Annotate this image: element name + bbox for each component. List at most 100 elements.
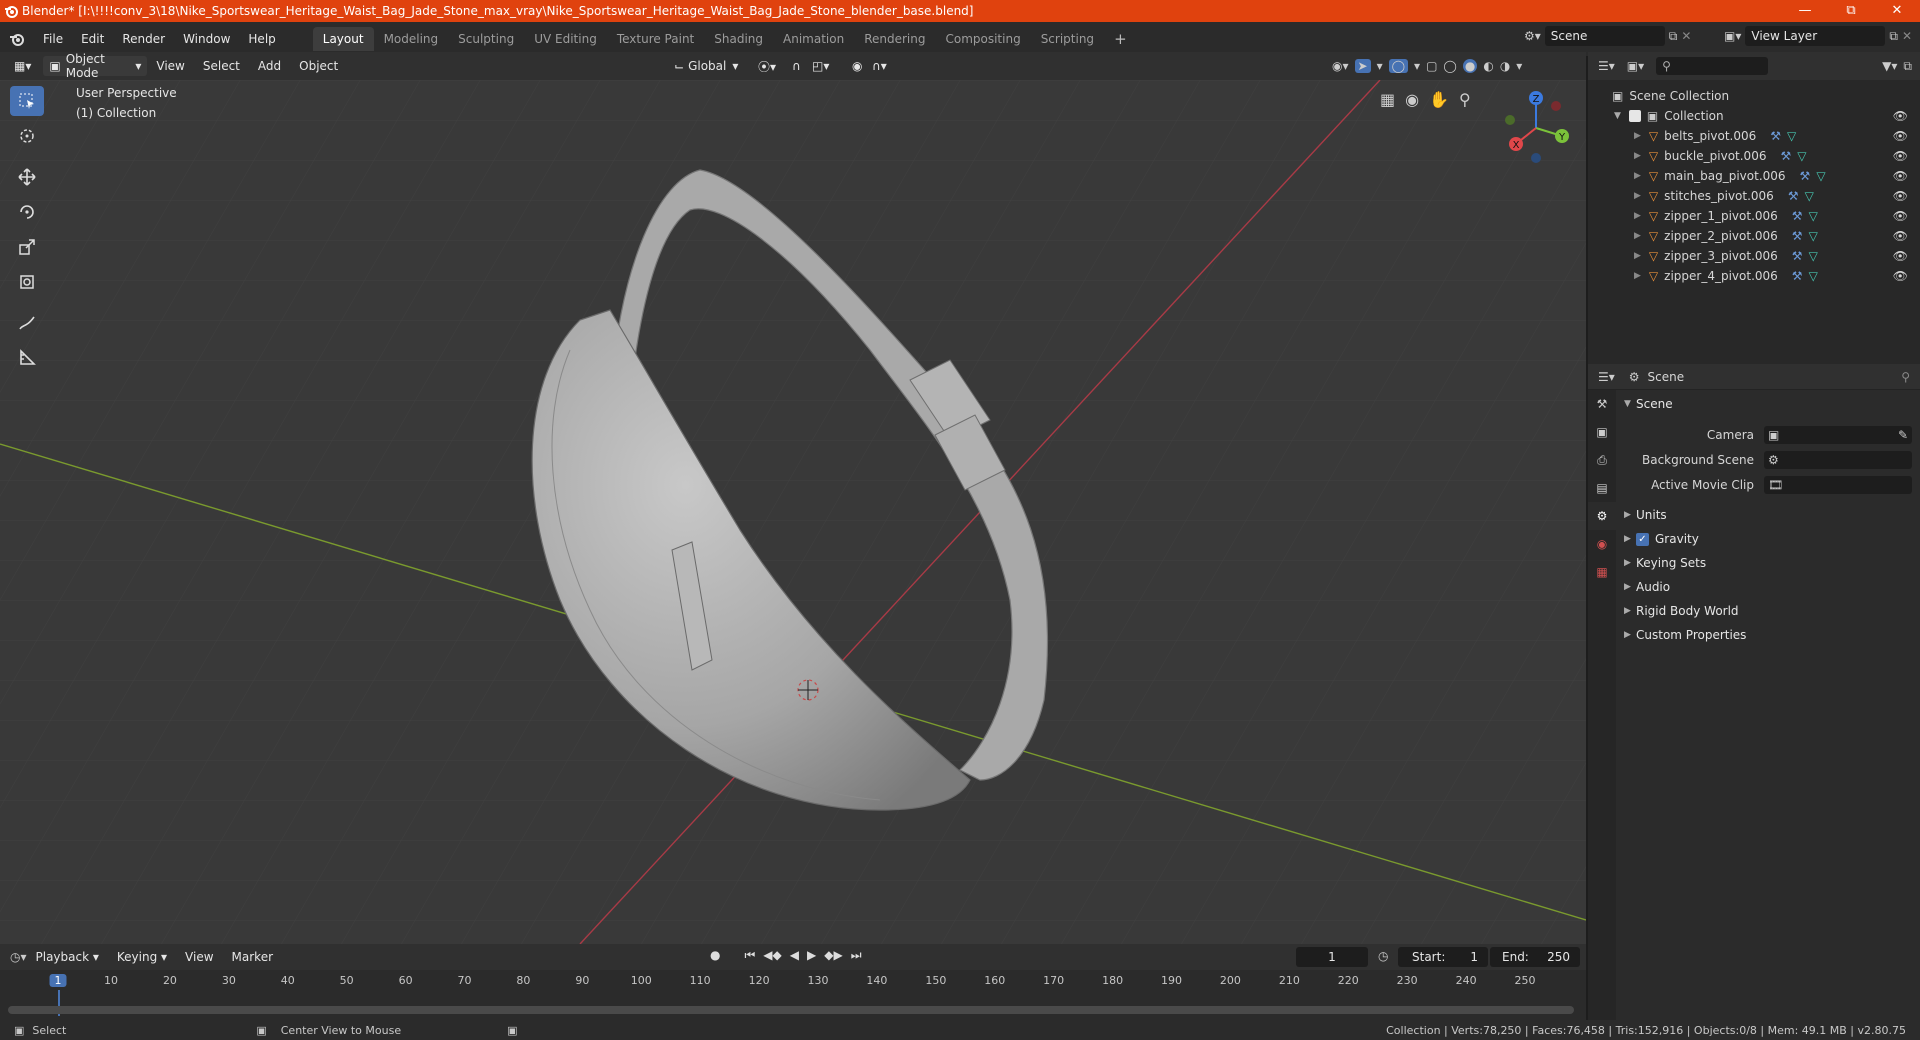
tree-row-object[interactable]: ▶ ▽ main_bag_pivot.006 ⚒ ▽ 👁: [1588, 166, 1920, 186]
delete-view-layer-icon[interactable]: ✕: [1902, 29, 1912, 43]
units-panel-header[interactable]: ▶ Units: [1616, 503, 1920, 527]
jump-start-icon[interactable]: ⏮: [744, 948, 755, 963]
modifier-icon[interactable]: ⚒: [1788, 189, 1799, 203]
close-window-button[interactable]: ✕: [1874, 0, 1920, 22]
expand-arrow-icon[interactable]: ▶: [1634, 191, 1641, 201]
tab-uv-editing[interactable]: UV Editing: [524, 27, 607, 51]
tree-row-collection[interactable]: ▼ ▣ Collection 👁: [1588, 106, 1920, 126]
timeline-menu-marker[interactable]: Marker: [223, 945, 282, 969]
eye-icon[interactable]: 👁: [1893, 189, 1908, 203]
annotate-tool-icon[interactable]: [10, 308, 44, 338]
mesh-data-icon[interactable]: ▽: [1816, 169, 1825, 183]
timeline-scrollbar[interactable]: [8, 1006, 1574, 1014]
world-tab-icon[interactable]: ◉: [1588, 530, 1616, 558]
modifier-icon[interactable]: ⚒: [1792, 269, 1803, 283]
tree-row-object[interactable]: ▶ ▽ zipper_2_pivot.006 ⚒ ▽ 👁: [1588, 226, 1920, 246]
tool-tab-icon[interactable]: ⚒: [1588, 390, 1616, 418]
timeline-ruler[interactable]: 1 10 20 30 40 50 60 70 80 90 100 110 120 130 140 150 160…: [0, 970, 1586, 1016]
pin-icon[interactable]: ⚲: [1901, 370, 1910, 384]
maximize-button[interactable]: ⧉: [1828, 0, 1874, 22]
mesh-data-icon[interactable]: ▽: [1809, 249, 1818, 263]
current-frame-field[interactable]: 1: [1296, 947, 1368, 967]
proportional-falloff-icon[interactable]: ∩▾: [866, 56, 893, 76]
transform-orientation-dropdown[interactable]: ⌙ Global ▾: [668, 56, 744, 76]
eye-icon[interactable]: 👁: [1893, 169, 1908, 183]
tree-row-object[interactable]: ▶ ▽ zipper_4_pivot.006 ⚒ ▽ 👁: [1588, 266, 1920, 286]
pan-view-hand-icon[interactable]: ✋: [1429, 90, 1449, 109]
xray-icon[interactable]: ▢: [1426, 59, 1437, 73]
gizmo-toggle-icon[interactable]: ➤: [1354, 59, 1371, 73]
modifier-icon[interactable]: ⚒: [1770, 129, 1781, 143]
visibility-icon[interactable]: ◉▾: [1332, 59, 1349, 73]
eye-icon[interactable]: 👁: [1893, 129, 1908, 143]
filter-icon[interactable]: ▼▾: [1882, 59, 1897, 73]
end-frame-field[interactable]: End: 250: [1490, 947, 1580, 967]
gizmo-dropdown-icon[interactable]: ▾: [1377, 59, 1383, 73]
start-frame-field[interactable]: Start: 1: [1398, 947, 1488, 967]
expand-arrow-icon[interactable]: ▶: [1634, 271, 1641, 281]
tree-row-object[interactable]: ▶ ▽ belts_pivot.006 ⚒ ▽ 👁: [1588, 126, 1920, 146]
transform-tool-icon[interactable]: [10, 267, 44, 297]
display-mode-icon[interactable]: ▣▾: [1627, 59, 1644, 73]
pivot-point-icon[interactable]: ⦿▾: [752, 56, 782, 76]
3d-viewport[interactable]: User Perspective (1) Collection ▦ ◉ ✋ ⚲ …: [0, 80, 1586, 944]
timeline-menu-playback[interactable]: Playback ▾: [27, 945, 108, 969]
material-shading-icon[interactable]: ◐: [1483, 59, 1493, 73]
shading-dropdown-icon[interactable]: ▾: [1516, 59, 1522, 73]
view-layer-field[interactable]: View Layer: [1745, 26, 1886, 46]
eyedropper-icon[interactable]: ✎: [1898, 428, 1908, 442]
eye-icon[interactable]: 👁: [1893, 249, 1908, 263]
wireframe-shading-icon[interactable]: ◯: [1443, 59, 1456, 73]
render-tab-icon[interactable]: ▣: [1588, 418, 1616, 446]
eye-icon[interactable]: 👁: [1893, 229, 1908, 243]
tree-row-object[interactable]: ▶ ▽ zipper_3_pivot.006 ⚒ ▽ 👁: [1588, 246, 1920, 266]
add-workspace-icon[interactable]: +: [1104, 27, 1137, 51]
delete-scene-icon[interactable]: ✕: [1681, 29, 1691, 43]
gravity-panel-header[interactable]: ▶ ✓ Gravity: [1616, 527, 1920, 551]
select-box-tool-icon[interactable]: [10, 86, 44, 116]
tab-rendering[interactable]: Rendering: [854, 27, 935, 51]
tab-texture-paint[interactable]: Texture Paint: [607, 27, 704, 51]
scene-panel-header[interactable]: ▼ Scene: [1616, 392, 1920, 416]
new-view-layer-icon[interactable]: ⧉: [1889, 29, 1898, 44]
timeline-menu-keying[interactable]: Keying ▾: [108, 945, 176, 969]
view-layer-tab-icon[interactable]: ▤: [1588, 474, 1616, 502]
object-mode-dropdown[interactable]: ▣ Object Mode ▾: [43, 52, 148, 80]
mesh-data-icon[interactable]: ▽: [1809, 229, 1818, 243]
viewport-menu-add[interactable]: Add: [249, 54, 290, 78]
timeline-editor-type-icon[interactable]: ◷▾: [10, 950, 27, 964]
zoom-view-icon[interactable]: ⚲: [1459, 90, 1471, 109]
viewport-menu-object[interactable]: Object: [290, 54, 347, 78]
camera-view-icon[interactable]: ◉: [1405, 90, 1419, 109]
toggle-grid-view-icon[interactable]: ▦: [1380, 90, 1395, 109]
active-movie-clip-field[interactable]: 🎞: [1764, 475, 1912, 494]
tab-shading[interactable]: Shading: [704, 27, 773, 51]
measure-tool-icon[interactable]: [10, 343, 44, 373]
tab-animation[interactable]: Animation: [773, 27, 854, 51]
expand-arrow-icon[interactable]: ▶: [1634, 171, 1641, 181]
tree-row-object[interactable]: ▶ ▽ stitches_pivot.006 ⚒ ▽ 👁: [1588, 186, 1920, 206]
previous-keyframe-icon[interactable]: ◀◆: [763, 948, 781, 963]
keying-sets-panel-header[interactable]: ▶ Keying Sets: [1616, 551, 1920, 575]
expand-arrow-icon[interactable]: ▶: [1634, 131, 1641, 141]
timeline-menu-view[interactable]: View: [176, 945, 222, 969]
eye-icon[interactable]: 👁: [1893, 109, 1908, 123]
menu-edit[interactable]: Edit: [72, 27, 113, 51]
jump-end-icon[interactable]: ⏭: [851, 948, 862, 963]
mesh-data-icon[interactable]: ▽: [1809, 209, 1818, 223]
expand-arrow-icon[interactable]: ▶: [1634, 211, 1641, 221]
modifier-icon[interactable]: ⚒: [1792, 229, 1803, 243]
navigation-gizmo[interactable]: Z Y X: [1496, 86, 1576, 166]
tab-modeling[interactable]: Modeling: [374, 27, 449, 51]
new-collection-icon[interactable]: ⧉: [1903, 59, 1912, 74]
play-reverse-icon[interactable]: ◀: [790, 948, 799, 963]
solid-shading-icon[interactable]: ●: [1462, 59, 1478, 73]
mesh-data-icon[interactable]: ▽: [1809, 269, 1818, 283]
expand-arrow-icon[interactable]: ▶: [1634, 151, 1641, 161]
audio-panel-header[interactable]: ▶ Audio: [1616, 575, 1920, 599]
new-scene-icon[interactable]: ⧉: [1669, 29, 1678, 44]
clock-icon[interactable]: ◷: [1378, 949, 1388, 963]
viewport-menu-select[interactable]: Select: [194, 54, 249, 78]
tab-sculpting[interactable]: Sculpting: [448, 27, 524, 51]
custom-properties-panel-header[interactable]: ▶ Custom Properties: [1616, 623, 1920, 647]
